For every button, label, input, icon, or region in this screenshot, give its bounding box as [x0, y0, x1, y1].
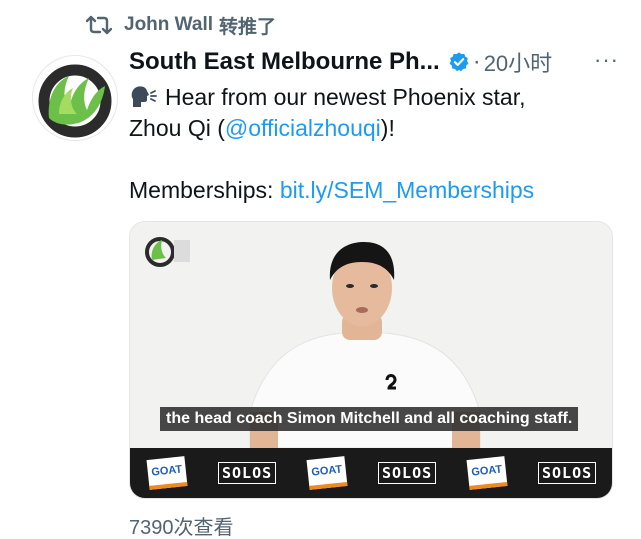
sponsor-goat-1: GOAT	[146, 456, 188, 490]
retweet-icon	[86, 15, 112, 35]
verified-badge-icon	[449, 52, 469, 72]
tweet-time[interactable]: 20小时	[484, 46, 552, 78]
sponsor-goat-3: GOAT	[466, 456, 508, 490]
tweet-text-1: Hear from our newest Phoenix star,	[165, 84, 526, 110]
tweet-text-line-1: Hear from our newest Phoenix star,	[129, 82, 619, 112]
author-name[interactable]: South East Melbourne Ph...	[129, 48, 440, 76]
sponsor-bar: GOAT SOLOS GOAT SOLOS GOAT SOLOS	[130, 448, 612, 498]
tweet-card: John Wall 转推了 South East Melbourne Ph...…	[0, 0, 641, 539]
tweet-text-line-3: Memberships: bit.ly/SEM_Memberships	[129, 175, 619, 205]
separator-dot: ·	[472, 48, 481, 75]
tweet-header: South East Melbourne Ph... · 20小时 ···	[129, 45, 619, 79]
retweeter-name[interactable]: John Wall	[124, 14, 213, 36]
retweet-header[interactable]: John Wall 转推了	[86, 10, 276, 40]
retweet-label: 转推了	[219, 16, 277, 38]
video-caption: the head coach Simon Mitchell and all co…	[160, 407, 579, 431]
video-media[interactable]: the head coach Simon Mitchell and all co…	[129, 221, 613, 499]
tweet-text-line-2: Zhou Qi (@officialzhouqi)!	[129, 113, 619, 143]
more-options-button[interactable]: ···	[594, 47, 619, 73]
view-count[interactable]: 7390次查看	[129, 511, 234, 539]
sponsor-solos-1: SOLOS	[218, 456, 277, 490]
speaking-head-icon	[131, 86, 157, 107]
sponsor-solos-2: SOLOS	[378, 456, 437, 490]
avatar[interactable]	[32, 55, 118, 141]
sponsor-goat-2: GOAT	[306, 456, 348, 490]
memberships-label: Memberships:	[129, 177, 280, 203]
memberships-link[interactable]: bit.ly/SEM_Memberships	[280, 177, 534, 203]
tweet-text-2-suffix: )!	[380, 115, 395, 141]
tweet-text-2-prefix: Zhou Qi (	[129, 115, 225, 141]
sponsor-solos-3: SOLOS	[538, 456, 597, 490]
mention-link[interactable]: @officialzhouqi	[225, 115, 381, 141]
phoenix-logo-icon	[33, 56, 117, 140]
